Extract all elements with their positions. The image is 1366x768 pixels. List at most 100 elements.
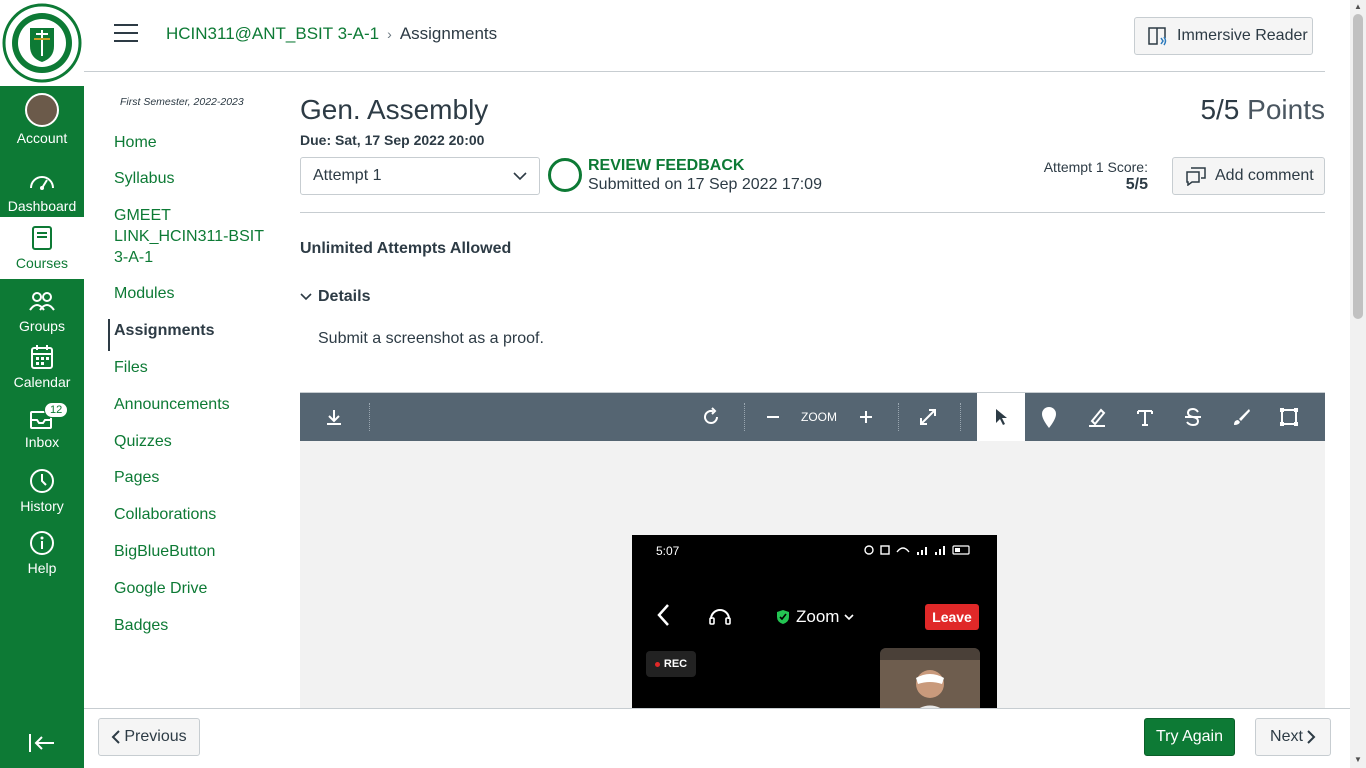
- course-nav-quizzes[interactable]: Quizzes: [114, 431, 274, 452]
- phone-recording-badge: REC: [646, 651, 696, 677]
- attempts-allowed: Unlimited Attempts Allowed: [300, 240, 512, 257]
- submitted-timestamp: Submitted on 17 Sep 2022 17:09: [588, 176, 822, 193]
- fullscreen-icon[interactable]: [904, 393, 952, 441]
- zoom-in-icon[interactable]: [842, 393, 890, 441]
- course-nav-gmeet-link[interactable]: GMEET LINK_HCIN311-BSIT 3-A-1: [114, 205, 274, 268]
- school-seal-icon: [2, 3, 82, 83]
- next-label: Next: [1270, 728, 1303, 745]
- scroll-thumb[interactable]: [1353, 14, 1363, 319]
- attempt-select-value: Attempt 1: [313, 167, 382, 184]
- course-nav-modules[interactable]: Modules: [114, 283, 274, 304]
- courses-icon: [31, 223, 53, 253]
- nav-courses-label: Courses: [15, 255, 69, 271]
- points-display: 5/5 Points: [1200, 94, 1325, 126]
- course-nav-bigbluebutton[interactable]: BigBlueButton: [114, 541, 274, 562]
- attempt-score-value: 5/5: [1125, 176, 1148, 193]
- nav-history[interactable]: History: [0, 466, 84, 528]
- calendar-icon: [30, 342, 54, 372]
- chevron-down-icon: [513, 172, 527, 181]
- course-nav-badges[interactable]: Badges: [114, 615, 274, 636]
- course-nav-announcements[interactable]: Announcements: [114, 394, 274, 415]
- page-scrollbar[interactable]: ▲ ▼: [1350, 0, 1366, 768]
- download-icon[interactable]: [310, 393, 358, 441]
- scroll-down-icon[interactable]: ▼: [1354, 755, 1362, 764]
- pin-icon[interactable]: [1025, 393, 1073, 441]
- scroll-up-icon[interactable]: ▲: [1354, 2, 1362, 11]
- points-label: Points: [1247, 94, 1325, 125]
- attempt-score-label: Attempt 1 Score:: [1043, 159, 1148, 175]
- pointer-icon[interactable]: [977, 393, 1025, 441]
- nav-calendar[interactable]: Calendar: [0, 342, 84, 404]
- nav-inbox-label: Inbox: [24, 434, 60, 450]
- freehand-icon[interactable]: [1217, 393, 1265, 441]
- active-indicator: [108, 319, 110, 351]
- dashboard-icon: [28, 166, 56, 196]
- details-label: Details: [318, 288, 371, 305]
- phone-participant-video: [880, 648, 980, 708]
- nav-groups-label: Groups: [19, 318, 65, 334]
- phone-audio-icon: [708, 607, 732, 632]
- phone-meeting-title-text: Zoom: [796, 607, 840, 626]
- breadcrumb-separator: ›: [387, 26, 392, 42]
- collapse-nav-icon[interactable]: [28, 732, 56, 759]
- attempt-select[interactable]: Attempt 1: [300, 157, 540, 195]
- review-feedback-link[interactable]: REVIEW FEEDBACK: [588, 157, 744, 175]
- groups-icon: [28, 286, 56, 316]
- immersive-reader-icon: [1148, 27, 1167, 46]
- hamburger-menu-icon[interactable]: [114, 24, 138, 48]
- immersive-reader-label: Immersive Reader: [1177, 27, 1308, 44]
- comment-icon: [1186, 167, 1206, 186]
- course-nav-google-drive[interactable]: Google Drive: [114, 578, 274, 599]
- course-nav-home[interactable]: Home: [114, 132, 274, 153]
- submission-viewer: ZOOM 5:07 Zoom Leave REC: [300, 392, 1325, 708]
- highlight-icon[interactable]: [1073, 393, 1121, 441]
- submitted-screenshot-image: 5:07 Zoom Leave REC: [632, 535, 997, 708]
- chevron-left-icon: [111, 730, 121, 744]
- inbox-unread-badge: 12: [44, 402, 69, 418]
- chevron-right-icon: [1307, 730, 1316, 744]
- points-value: 5/5: [1200, 94, 1240, 125]
- submission-status-icon: [548, 158, 582, 192]
- assignment-description: Submit a screenshot as a proof.: [318, 330, 544, 347]
- nav-groups[interactable]: Groups: [0, 286, 84, 348]
- divider: [300, 212, 1325, 213]
- page-title: Gen. Assembly: [300, 94, 489, 125]
- nav-help[interactable]: Help: [0, 528, 84, 590]
- course-nav-syllabus[interactable]: Syllabus: [114, 168, 274, 189]
- help-icon: [29, 528, 55, 558]
- zoom-out-icon[interactable]: [749, 393, 797, 441]
- course-nav-pages[interactable]: Pages: [114, 467, 274, 488]
- rotate-icon[interactable]: [687, 393, 735, 441]
- next-button[interactable]: Next: [1255, 718, 1331, 756]
- school-logo[interactable]: [0, 0, 84, 86]
- add-comment-button[interactable]: Add comment: [1172, 157, 1325, 195]
- nav-account-label: Account: [16, 130, 68, 146]
- breadcrumb: HCIN311@ANT_BSIT 3-A-1 › Assignments: [166, 24, 497, 44]
- try-again-button[interactable]: Try Again: [1144, 718, 1235, 756]
- strikeout-icon[interactable]: [1169, 393, 1217, 441]
- course-nav-assignments[interactable]: Assignments: [114, 320, 274, 341]
- text-icon[interactable]: [1121, 393, 1169, 441]
- course-nav-collaborations[interactable]: Collaborations: [114, 504, 274, 525]
- phone-status-icons: [863, 544, 973, 559]
- immersive-reader-button[interactable]: Immersive Reader: [1134, 17, 1313, 55]
- assignment-footer: Previous Try Again Next: [84, 708, 1350, 768]
- nav-inbox[interactable]: 12 Inbox: [0, 402, 84, 464]
- previous-button[interactable]: Previous: [98, 718, 200, 756]
- viewer-toolbar: ZOOM: [300, 393, 1325, 441]
- phone-meeting-title: Zoom: [776, 607, 855, 627]
- course-nav-files[interactable]: Files: [114, 357, 274, 378]
- area-icon[interactable]: [1265, 393, 1313, 441]
- global-navigation: Account Dashboard Courses Groups Calenda…: [0, 0, 84, 768]
- zoom-label: ZOOM: [801, 410, 837, 424]
- add-comment-label: Add comment: [1215, 167, 1314, 184]
- breadcrumb-course-link[interactable]: HCIN311@ANT_BSIT 3-A-1: [166, 24, 379, 44]
- nav-account[interactable]: Account: [0, 92, 84, 154]
- history-icon: [29, 466, 55, 496]
- chevron-down-icon: [300, 293, 312, 301]
- details-toggle[interactable]: Details: [300, 288, 370, 306]
- nav-courses[interactable]: Courses: [0, 217, 84, 279]
- term-label: First Semester, 2022-2023: [120, 96, 244, 108]
- phone-leave-button: Leave: [925, 604, 979, 630]
- breadcrumb-current-page[interactable]: Assignments: [400, 24, 497, 44]
